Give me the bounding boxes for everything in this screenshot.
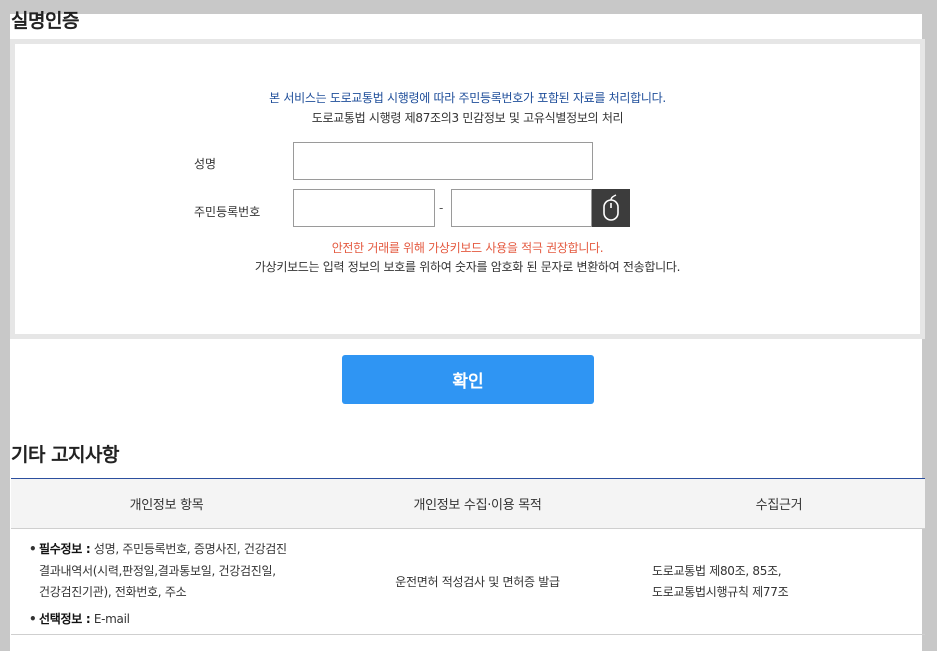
header-purpose: 개인정보 수집·이용 목적 [413, 498, 542, 513]
required-line2: 결과내역서(시력,판정일,결과통보일, 건강검진일, [39, 563, 276, 578]
page-title: 실명인증 [11, 10, 79, 32]
optional-info: • 선택정보 : E-mail [29, 609, 322, 630]
table-header: 개인정보 항목 개인정보 수집·이용 목적 수집근거 [11, 479, 925, 529]
header-items: 개인정보 항목 [129, 498, 204, 513]
optional-label: 선택정보 : [39, 611, 91, 626]
privacy-table: 개인정보 항목 개인정보 수집·이용 목적 수집근거 • 필수정보 : 성명, 주… [11, 478, 925, 635]
basis-line1: 도로교통법 제80조, 85조, [652, 563, 782, 578]
virtual-keyboard-button[interactable] [592, 189, 630, 227]
rrn-separator: - [439, 201, 444, 215]
basis-cell: 도로교통법 제80조, 85조, 도로교통법시행규칙 제77조 [633, 529, 925, 634]
bullet-icon: • [29, 611, 37, 626]
table-row: • 필수정보 : 성명, 주민등록번호, 증명사진, 건강검진 결과내역서(시력,… [11, 529, 925, 635]
rrn-label: 주민등록번호 [194, 205, 261, 219]
name-label: 성명 [194, 157, 217, 171]
name-input[interactable] [293, 142, 593, 180]
rrn-front-input[interactable] [293, 189, 435, 227]
required-line3: 건강검진기관), 전화번호, 주소 [39, 585, 187, 599]
identity-verification-panel: 본 서비스는 도로교통법 시행령에 따라 주민등록번호가 포함된 자료를 처리합… [10, 39, 925, 339]
required-info: • 필수정보 : 성명, 주민등록번호, 증명사진, 건강검진 결과내역서(시력,… [29, 539, 322, 604]
rrn-back-input[interactable] [451, 189, 592, 227]
items-cell: • 필수정보 : 성명, 주민등록번호, 증명사진, 건강검진 결과내역서(시력,… [11, 529, 322, 634]
virtual-keyboard-notice: 가상키보드는 입력 정보의 보호를 위하여 숫자를 암호화 된 문자로 변환하여… [254, 260, 681, 274]
mouse-icon [603, 194, 619, 221]
service-notice: 본 서비스는 도로교통법 시행령에 따라 주민등록번호가 포함된 자료를 처리합… [269, 91, 666, 105]
required-line1: 성명, 주민등록번호, 증명사진, 건강검진 [90, 542, 287, 556]
bullet-icon: • [29, 542, 37, 556]
virtual-keyboard-recommendation: 안전한 거래를 위해 가상키보드 사용을 적극 권장합니다. [331, 241, 604, 255]
optional-value: E-mail [90, 611, 130, 626]
law-notice: 도로교통법 시행령 제87조의3 민감정보 및 고유식별정보의 처리 [311, 111, 624, 125]
purpose-cell: 운전면허 적성검사 및 면허증 발급 [395, 575, 560, 589]
confirm-button[interactable]: 확인 [342, 355, 594, 404]
other-notice-title: 기타 고지사항 [11, 444, 120, 466]
required-label: 필수정보 : [39, 542, 91, 556]
basis-line2: 도로교통법시행규칙 제77조 [652, 584, 789, 599]
header-basis: 수집근거 [755, 498, 803, 513]
